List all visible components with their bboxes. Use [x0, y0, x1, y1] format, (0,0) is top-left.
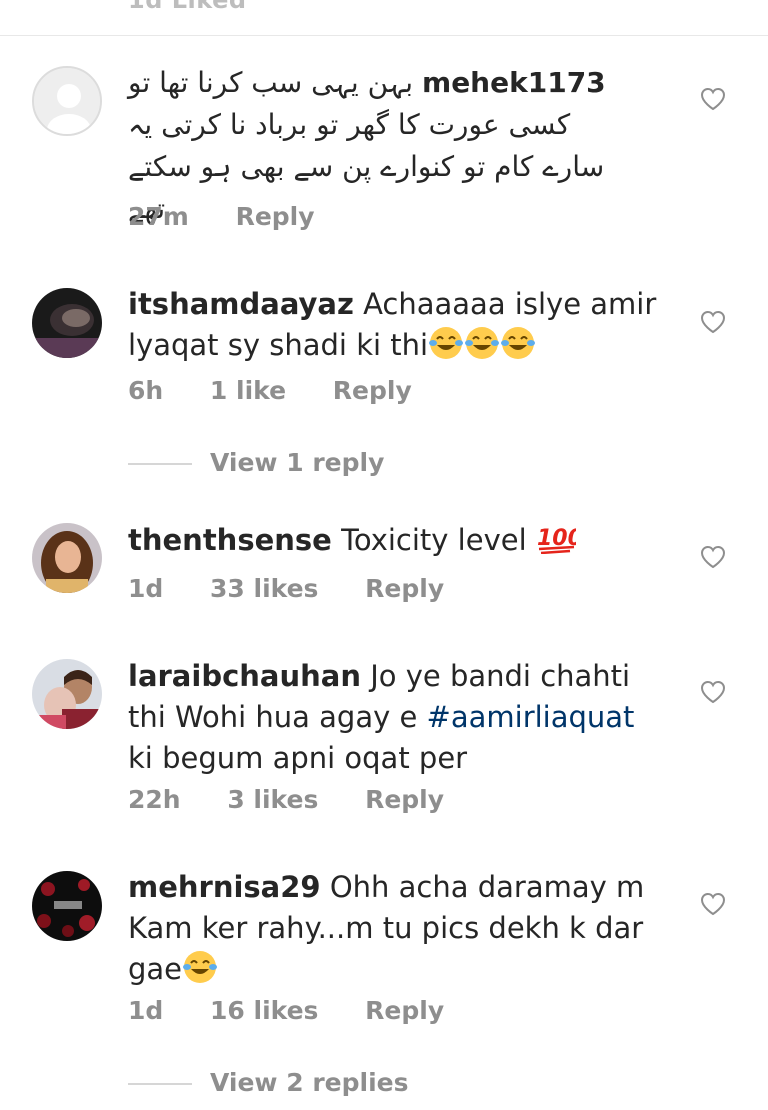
previous-comment-meta: 1d Liked: [128, 0, 247, 14]
tears-of-joy-emoji: [183, 951, 218, 983]
dark-photo-avatar-icon: [32, 288, 102, 358]
reply-button[interactable]: Reply: [365, 574, 444, 603]
comment-time: 27m: [128, 202, 189, 231]
heart-icon[interactable]: [700, 310, 726, 334]
reply-button[interactable]: Reply: [236, 202, 315, 231]
hashtag-link[interactable]: #aamirliaquat: [427, 700, 635, 734]
tears-of-joy-emoji: [429, 327, 464, 359]
avatar[interactable]: [32, 523, 102, 593]
comment-meta: 1d 33 likes Reply: [128, 574, 482, 603]
reply-button[interactable]: Reply: [333, 376, 412, 405]
comment-time: 22h: [128, 785, 181, 814]
comment-text: laraibchauhan Jo ye bandi chahti thi Woh…: [128, 656, 668, 779]
likes-count[interactable]: 33 likes: [210, 574, 318, 603]
comment-text: itshamdaayaz Achaaaaa islye amir lyaqat …: [128, 284, 668, 366]
avatar[interactable]: [32, 66, 102, 136]
tears-of-joy-emoji: [465, 327, 500, 359]
comment-username[interactable]: thenthsense: [128, 523, 332, 557]
tears-of-joy-emoji: [501, 327, 536, 359]
reply-button[interactable]: Reply: [365, 996, 444, 1025]
view-replies-button[interactable]: View 1 reply: [128, 448, 384, 477]
comment-body-continued: ki begum apni oqat per: [128, 741, 468, 775]
likes-count[interactable]: 1 like: [210, 376, 286, 405]
comment-time: 1d: [128, 574, 164, 603]
likes-count[interactable]: 3 likes: [227, 785, 318, 814]
woman-photo-avatar-icon: [32, 523, 102, 593]
heart-icon[interactable]: [700, 680, 726, 704]
comment-meta: 6h 1 like Reply: [128, 376, 450, 405]
comment-text: thenthsense Toxicity level 100: [128, 520, 668, 561]
comment-time: 1d: [128, 996, 164, 1025]
view-replies-label: View 1 reply: [210, 448, 385, 477]
view-replies-label: View 2 replies: [210, 1068, 409, 1097]
likes-count[interactable]: 16 likes: [210, 996, 318, 1025]
avatar[interactable]: [32, 288, 102, 358]
heart-icon[interactable]: [700, 892, 726, 916]
roses-avatar-icon: [32, 871, 102, 941]
previous-comment-stub: 1d Liked: [0, 0, 768, 36]
comment-username[interactable]: laraibchauhan: [128, 659, 361, 693]
heart-icon[interactable]: [700, 545, 726, 569]
comment-username[interactable]: mehek1173: [422, 66, 606, 99]
comment-body: Toxicity level: [341, 523, 527, 557]
avatar[interactable]: [32, 871, 102, 941]
comment-meta: 22h 3 likes Reply: [128, 785, 482, 814]
comment-username[interactable]: mehrnisa29: [128, 870, 321, 904]
avatar[interactable]: [32, 659, 102, 729]
comment-time: 6h: [128, 376, 164, 405]
comment-text: mehrnisa29 Ohh acha daramay m Kam ker ra…: [128, 867, 668, 990]
default-avatar-icon: [34, 68, 100, 134]
replies-divider-line: [128, 463, 192, 465]
comment-meta: 27m Reply: [128, 202, 353, 231]
comment-username[interactable]: itshamdaayaz: [128, 287, 354, 321]
comment-meta: 1d 16 likes Reply: [128, 996, 482, 1025]
view-replies-button[interactable]: View 2 replies: [128, 1068, 409, 1097]
hundred-points-emoji: 100: [537, 526, 576, 554]
reply-button[interactable]: Reply: [365, 785, 444, 814]
couple-photo-avatar-icon: [32, 659, 102, 729]
heart-icon[interactable]: [700, 87, 726, 111]
laughing-emoji-group: [428, 327, 536, 362]
replies-divider-line: [128, 1083, 192, 1085]
